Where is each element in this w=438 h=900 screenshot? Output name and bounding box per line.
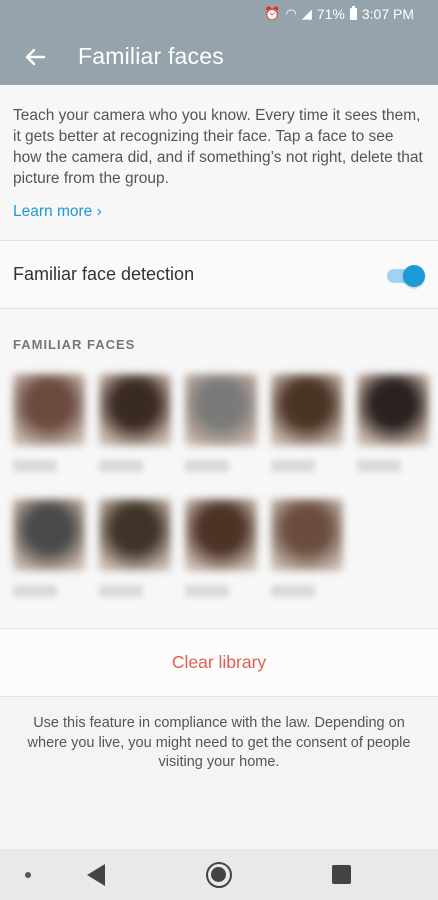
face-thumbnail: [99, 374, 171, 446]
nav-recents-icon[interactable]: [332, 865, 351, 884]
learn-more-link[interactable]: Learn more ›: [13, 203, 102, 221]
face-thumbnail: [271, 374, 343, 446]
face-detection-label: Familiar face detection: [13, 264, 195, 284]
status-bar: ⏰ ◠ ◢ 71% 3:07 PM: [0, 0, 438, 28]
face-thumbnail: [357, 374, 429, 446]
face-name-placeholder: [99, 585, 143, 597]
arrow-left-icon: [25, 48, 46, 65]
page-title: Familiar faces: [78, 43, 224, 69]
face-tile[interactable]: [99, 374, 173, 472]
nav-home-icon[interactable]: [206, 862, 232, 888]
clear-library-row[interactable]: Clear library: [0, 629, 438, 697]
face-name-placeholder: [271, 460, 315, 472]
face-name-placeholder: [13, 460, 57, 472]
clear-library-button[interactable]: Clear library: [172, 652, 266, 673]
face-name-placeholder: [99, 460, 143, 472]
alarm-icon: ⏰: [264, 6, 281, 21]
face-name-placeholder: [185, 585, 229, 597]
face-thumbnail: [99, 499, 171, 571]
face-tile[interactable]: [13, 499, 87, 597]
face-detection-row[interactable]: Familiar face detection: [0, 241, 438, 309]
face-thumbnail: [13, 499, 85, 571]
face-tile[interactable]: [13, 374, 87, 472]
face-tile[interactable]: [271, 499, 345, 597]
face-name-placeholder: [185, 460, 229, 472]
face-tile[interactable]: [185, 374, 259, 472]
wifi-icon: ◠: [285, 6, 297, 21]
face-thumbnail: [271, 499, 343, 571]
face-tile[interactable]: [185, 499, 259, 597]
face-detection-toggle[interactable]: [387, 264, 425, 287]
system-nav-bar: [0, 849, 438, 900]
face-thumbnail: [13, 374, 85, 446]
battery-icon: [349, 6, 357, 20]
face-name-placeholder: [357, 460, 401, 472]
section-header: FAMILIAR FACES: [13, 337, 136, 352]
face-tile[interactable]: [271, 374, 345, 472]
face-thumbnail: [185, 374, 257, 446]
face-name-placeholder: [271, 585, 315, 597]
face-name-placeholder: [13, 585, 57, 597]
intro-section: Teach your camera who you know. Every ti…: [0, 85, 438, 241]
signal-icon: ◢: [301, 6, 312, 21]
clock: 3:07 PM: [361, 6, 414, 22]
face-thumbnail: [185, 499, 257, 571]
toggle-thumb: [403, 264, 425, 287]
nav-dot-icon[interactable]: [25, 872, 31, 878]
nav-back-icon[interactable]: [87, 864, 105, 886]
compliance-notice: Use this feature in compliance with the …: [27, 715, 411, 770]
familiar-faces-section: FAMILIAR FACES: [0, 309, 438, 629]
intro-text: Teach your camera who you know. Every ti…: [13, 107, 423, 187]
back-button[interactable]: [0, 28, 70, 85]
face-tile[interactable]: [357, 374, 431, 472]
face-tile[interactable]: [99, 499, 173, 597]
battery-percent: 71%: [316, 6, 345, 22]
app-bar: Familiar faces: [0, 28, 438, 85]
